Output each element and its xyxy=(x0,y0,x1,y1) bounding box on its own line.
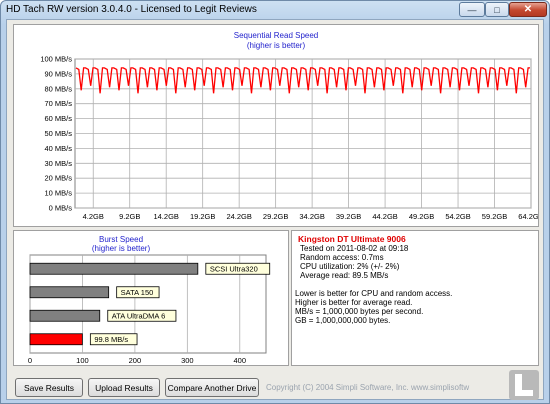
upload-results-button[interactable]: Upload Results xyxy=(88,378,160,397)
burst-x-tick-label: 400 xyxy=(234,356,247,365)
minimize-button[interactable]: — xyxy=(459,2,485,17)
burst-x-tick-label: 200 xyxy=(129,356,142,365)
y-tick-label: 70 MB/s xyxy=(44,99,72,108)
y-tick-label: 100 MB/s xyxy=(40,55,72,64)
drive-info-panel: Kingston DT Ultimate 9006 Tested on 2011… xyxy=(291,230,539,366)
y-tick-label: 30 MB/s xyxy=(44,159,72,168)
burst-bar xyxy=(29,333,83,346)
random-access-text: Random access: 0.7ms xyxy=(300,253,384,262)
cpu-utilization-text: CPU utilization: 2% (+/- 2%) xyxy=(300,262,400,271)
x-tick-label: 49.2GB xyxy=(409,212,434,221)
x-tick-label: 19.2GB xyxy=(190,212,215,221)
burst-bar-label: ATA UltraDMA 6 xyxy=(112,312,166,321)
burst-bar-label: 99.8 MB/s xyxy=(94,335,128,344)
app-window: HD Tach RW version 3.0.4.0 - Licensed to… xyxy=(0,0,550,404)
y-tick-label: 90 MB/s xyxy=(44,69,72,78)
y-tick-label: 40 MB/s xyxy=(44,144,72,153)
burst-speed-chart: 0 100 200 300 400 SCSI Ultra320 SATA 150 ATA Ul… xyxy=(28,254,271,365)
compare-another-drive-button[interactable]: Compare Another Drive xyxy=(165,378,259,397)
maximize-icon: □ xyxy=(494,4,500,15)
title-bar: HD Tach RW version 3.0.4.0 - Licensed to… xyxy=(1,1,549,19)
x-tick-label: 59.2GB xyxy=(482,212,507,221)
minimize-icon: — xyxy=(467,4,477,15)
close-button[interactable]: ✕ xyxy=(509,2,547,17)
window-title: HD Tach RW version 3.0.4.0 - Licensed to… xyxy=(6,4,257,15)
x-tick-label: 14.2GB xyxy=(153,212,178,221)
x-tick-label: 34.2GB xyxy=(299,212,324,221)
average-read-text: Average read: 89.5 MB/s xyxy=(300,271,389,280)
y-tick-label: 0 MB/s xyxy=(49,204,73,213)
x-tick-label: 9.2GB xyxy=(119,212,140,221)
y-tick-label: 20 MB/s xyxy=(44,174,72,183)
x-tick-label: 4.2GB xyxy=(83,212,104,221)
client-area: Sequential Read Speed (higher is better)… xyxy=(6,19,544,400)
burst-speed-chart-panel: Burst Speed (higher is better) 0 100 200 30… xyxy=(13,230,289,366)
note-higher-better: Higher is better for average read. xyxy=(295,298,413,307)
sequential-read-chart-panel: Sequential Read Speed (higher is better)… xyxy=(13,24,539,227)
x-tick-label: 24.2GB xyxy=(226,212,251,221)
burst-bar-label: SATA 150 xyxy=(121,288,154,297)
y-tick-label: 80 MB/s xyxy=(44,84,72,93)
note-gb-definition: GB = 1,000,000,000 bytes. xyxy=(295,316,391,325)
x-tick-label: 54.2GB xyxy=(445,212,470,221)
burst-x-tick-label: 0 xyxy=(28,356,32,365)
copyright-text: Copyright (C) 2004 Simpli Software, Inc.… xyxy=(266,383,470,392)
note-mb-definition: MB/s = 1,000,000 bytes per second. xyxy=(295,307,424,316)
burst-x-tick-label: 100 xyxy=(76,356,89,365)
maximize-button[interactable]: □ xyxy=(485,2,509,17)
drive-name: Kingston DT Ultimate 9006 xyxy=(298,234,406,244)
note-lower-better: Lower is better for CPU and random acces… xyxy=(295,289,453,298)
x-tick-label: 44.2GB xyxy=(372,212,397,221)
burst-bar-label: SCSI Ultra320 xyxy=(210,265,258,274)
sequential-read-chart: 0 MB/s 10 MB/s 20 MB/s 30 MB/s 40 MB/s 50 MB/… xyxy=(40,55,538,222)
tested-on-text: Tested on 2011-08-02 at 09:18 xyxy=(300,244,409,253)
save-results-button[interactable]: Save Results xyxy=(15,378,83,397)
burst-bar xyxy=(29,262,199,275)
y-tick-label: 60 MB/s xyxy=(44,114,72,123)
burst-bar xyxy=(29,309,101,322)
legit-reviews-logo xyxy=(509,370,539,400)
x-tick-label: 64.2GB xyxy=(518,212,538,221)
x-tick-label: 39.2GB xyxy=(336,212,361,221)
y-tick-label: 50 MB/s xyxy=(44,129,72,138)
y-tick-label: 10 MB/s xyxy=(44,189,72,198)
x-tick-label: 29.2GB xyxy=(263,212,288,221)
burst-bar xyxy=(29,286,110,299)
burst-x-tick-label: 300 xyxy=(181,356,194,365)
close-icon: ✕ xyxy=(523,4,533,15)
